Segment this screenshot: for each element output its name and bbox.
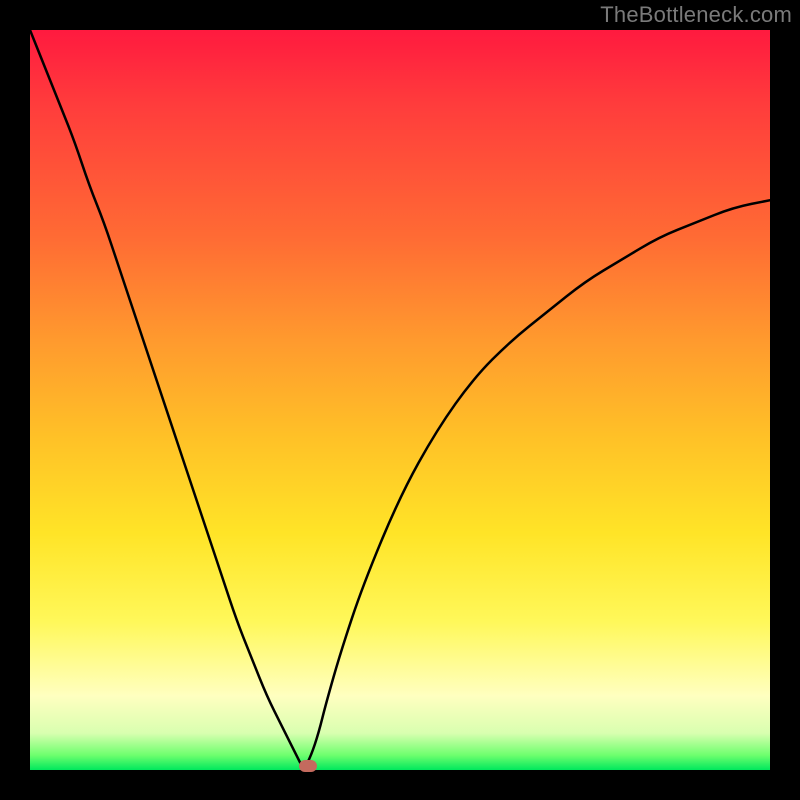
plot-area: [30, 30, 770, 770]
bottleneck-curve: [30, 30, 770, 770]
optimal-point-marker: [299, 760, 317, 772]
chart-frame: TheBottleneck.com: [0, 0, 800, 800]
watermark-text: TheBottleneck.com: [600, 2, 792, 28]
